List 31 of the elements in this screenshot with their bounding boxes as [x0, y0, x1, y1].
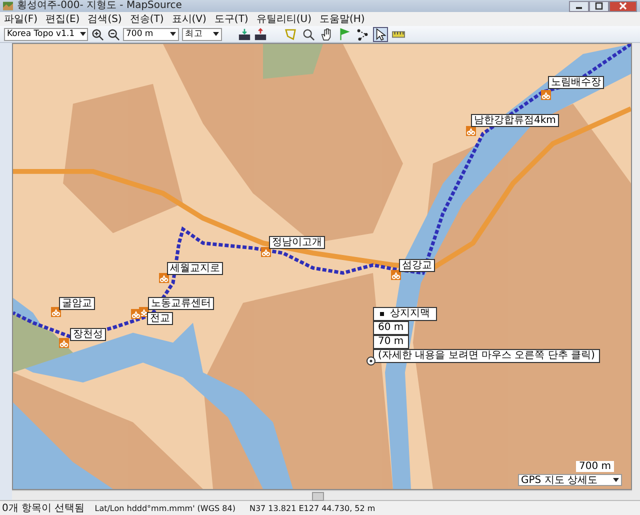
- menu-item[interactable]: 파일(F): [4, 12, 38, 26]
- menu-item[interactable]: 편집(E): [46, 12, 80, 26]
- topographic-map[interactable]: 노림배수장 남한강합류점4km 정남이고개 세월교지로 섬강교 노동교류센터 전교 굴암교 장천성 상지지맥 60 m 70 m (자세한 내용을 보려면 마우스 오른쪽 단추 클릭) 700 m GPS 지도 상세도: [12, 43, 632, 490]
- waypoint-label: 세월교지로: [167, 262, 223, 275]
- waypoint-label: 섬강교: [399, 259, 435, 272]
- waypoint-label: 굴암교: [59, 297, 95, 310]
- map-detail-dropdown[interactable]: GPS 지도 상세도: [518, 474, 622, 486]
- menu-item[interactable]: 도구(T): [214, 12, 248, 26]
- waypoint-label: 장천성: [70, 328, 106, 341]
- menu-item[interactable]: 전송(T): [130, 12, 164, 26]
- map-product-dropdown[interactable]: Korea Topo v1.1: [4, 28, 88, 40]
- tooltip-title: 상지지맥: [390, 308, 430, 320]
- tooltip-elevation: 60 m: [373, 321, 409, 335]
- waypoint-label: 노림배수장: [548, 76, 604, 89]
- status-text: N37 13.821 E127 44.730, 52 m: [249, 502, 376, 514]
- menu-item[interactable]: 유틸리티(U): [256, 12, 312, 26]
- waypoint-label: 남한강합류점4km: [471, 114, 559, 127]
- window-title: 횡성여주-000- 지형도 - MapSource: [17, 0, 182, 12]
- status-text: 0개 항목이 선택됨: [1, 502, 85, 514]
- menu-item[interactable]: 표시(V): [172, 12, 206, 26]
- menu-item[interactable]: 도움말(H): [319, 12, 365, 26]
- detail-dropdown[interactable]: 최고: [182, 28, 222, 40]
- status-text: Lat/Lon hddd°mm.mmm' (WGS 84): [94, 502, 236, 514]
- menu-item[interactable]: 검색(S): [88, 12, 122, 26]
- map-scale: 700 m: [576, 461, 614, 472]
- waypoint-label: 노동교류센터: [148, 297, 214, 310]
- zoom-scale-dropdown[interactable]: 700 m: [123, 28, 179, 40]
- waypoint-label: 전교: [147, 312, 173, 325]
- tooltip-hint: (자세한 내용을 보려면 마우스 오른쪽 단추 클릭): [373, 349, 600, 363]
- tooltip-elevation: 70 m: [373, 335, 409, 349]
- waypoint-label: 정남이고개: [269, 236, 325, 249]
